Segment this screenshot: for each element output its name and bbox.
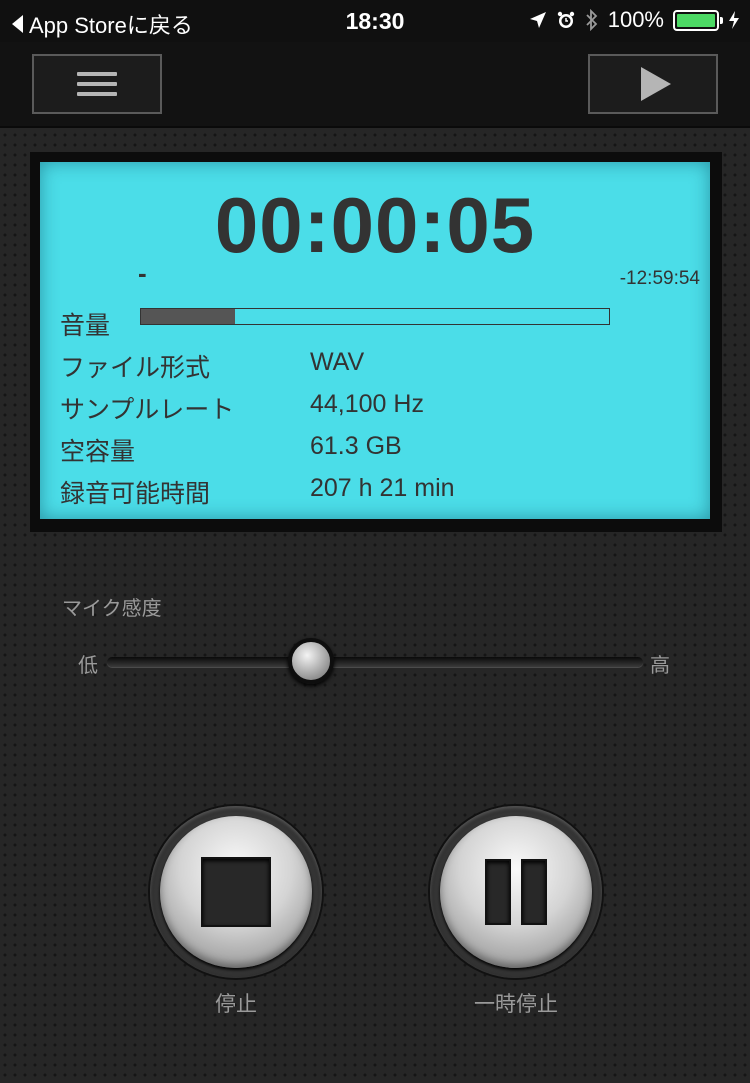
recordable-time-value: 207 h 21 min <box>310 474 455 502</box>
free-space-label: 空容量 <box>60 438 136 466</box>
play-button[interactable] <box>588 54 718 114</box>
status-right: 100% <box>529 7 740 33</box>
sample-rate-label: サンプルレート <box>60 396 235 424</box>
menu-button[interactable] <box>32 54 162 114</box>
toolbar <box>0 42 750 128</box>
pause-label: 一時停止 <box>474 993 558 1016</box>
pause-button-face <box>440 816 592 968</box>
volume-meter <box>140 308 610 325</box>
sample-rate-value: 44,100 Hz <box>310 390 424 418</box>
file-format-label: ファイル形式 <box>60 354 211 382</box>
battery-percent: 100% <box>607 7 664 32</box>
status-bar: App Storeに戻る 18:30 100% <box>0 0 750 42</box>
mic-sensitivity-slider[interactable] <box>107 657 643 667</box>
recordable-time-label: 録音可能時間 <box>60 480 211 508</box>
pause-icon <box>485 859 511 925</box>
stop-icon <box>201 857 271 927</box>
pause-button[interactable] <box>430 806 602 978</box>
remaining-time: -12:59:54 <box>619 268 700 289</box>
stop-label: 停止 <box>215 993 257 1016</box>
battery-icon <box>673 9 723 31</box>
hamburger-menu-icon <box>77 72 117 96</box>
slider-high-label: 高 <box>650 653 670 677</box>
volume-meter-fill <box>141 309 235 324</box>
free-space-value: 61.3 GB <box>310 432 402 460</box>
file-format-value: WAV <box>310 348 365 376</box>
slider-low-label: 低 <box>78 653 98 677</box>
alarm-icon <box>557 11 574 28</box>
lcd-frame: 00:00:05 - -12:59:54 音量 ファイル形式 WAV サンプルレ… <box>30 152 722 532</box>
charging-icon <box>729 11 739 29</box>
location-icon <box>529 12 546 28</box>
stop-button-face <box>160 816 312 968</box>
mic-sensitivity-label: マイク感度 <box>62 598 162 620</box>
volume-label: 音量 <box>60 312 111 340</box>
slider-thumb[interactable] <box>287 638 334 684</box>
lcd-display: 00:00:05 - -12:59:54 音量 ファイル形式 WAV サンプルレ… <box>40 162 710 519</box>
stop-button[interactable] <box>150 806 322 978</box>
bluetooth-icon <box>586 9 597 31</box>
play-icon <box>641 67 671 101</box>
level-indicator: - <box>138 258 147 288</box>
pause-icon-bar <box>521 859 547 925</box>
